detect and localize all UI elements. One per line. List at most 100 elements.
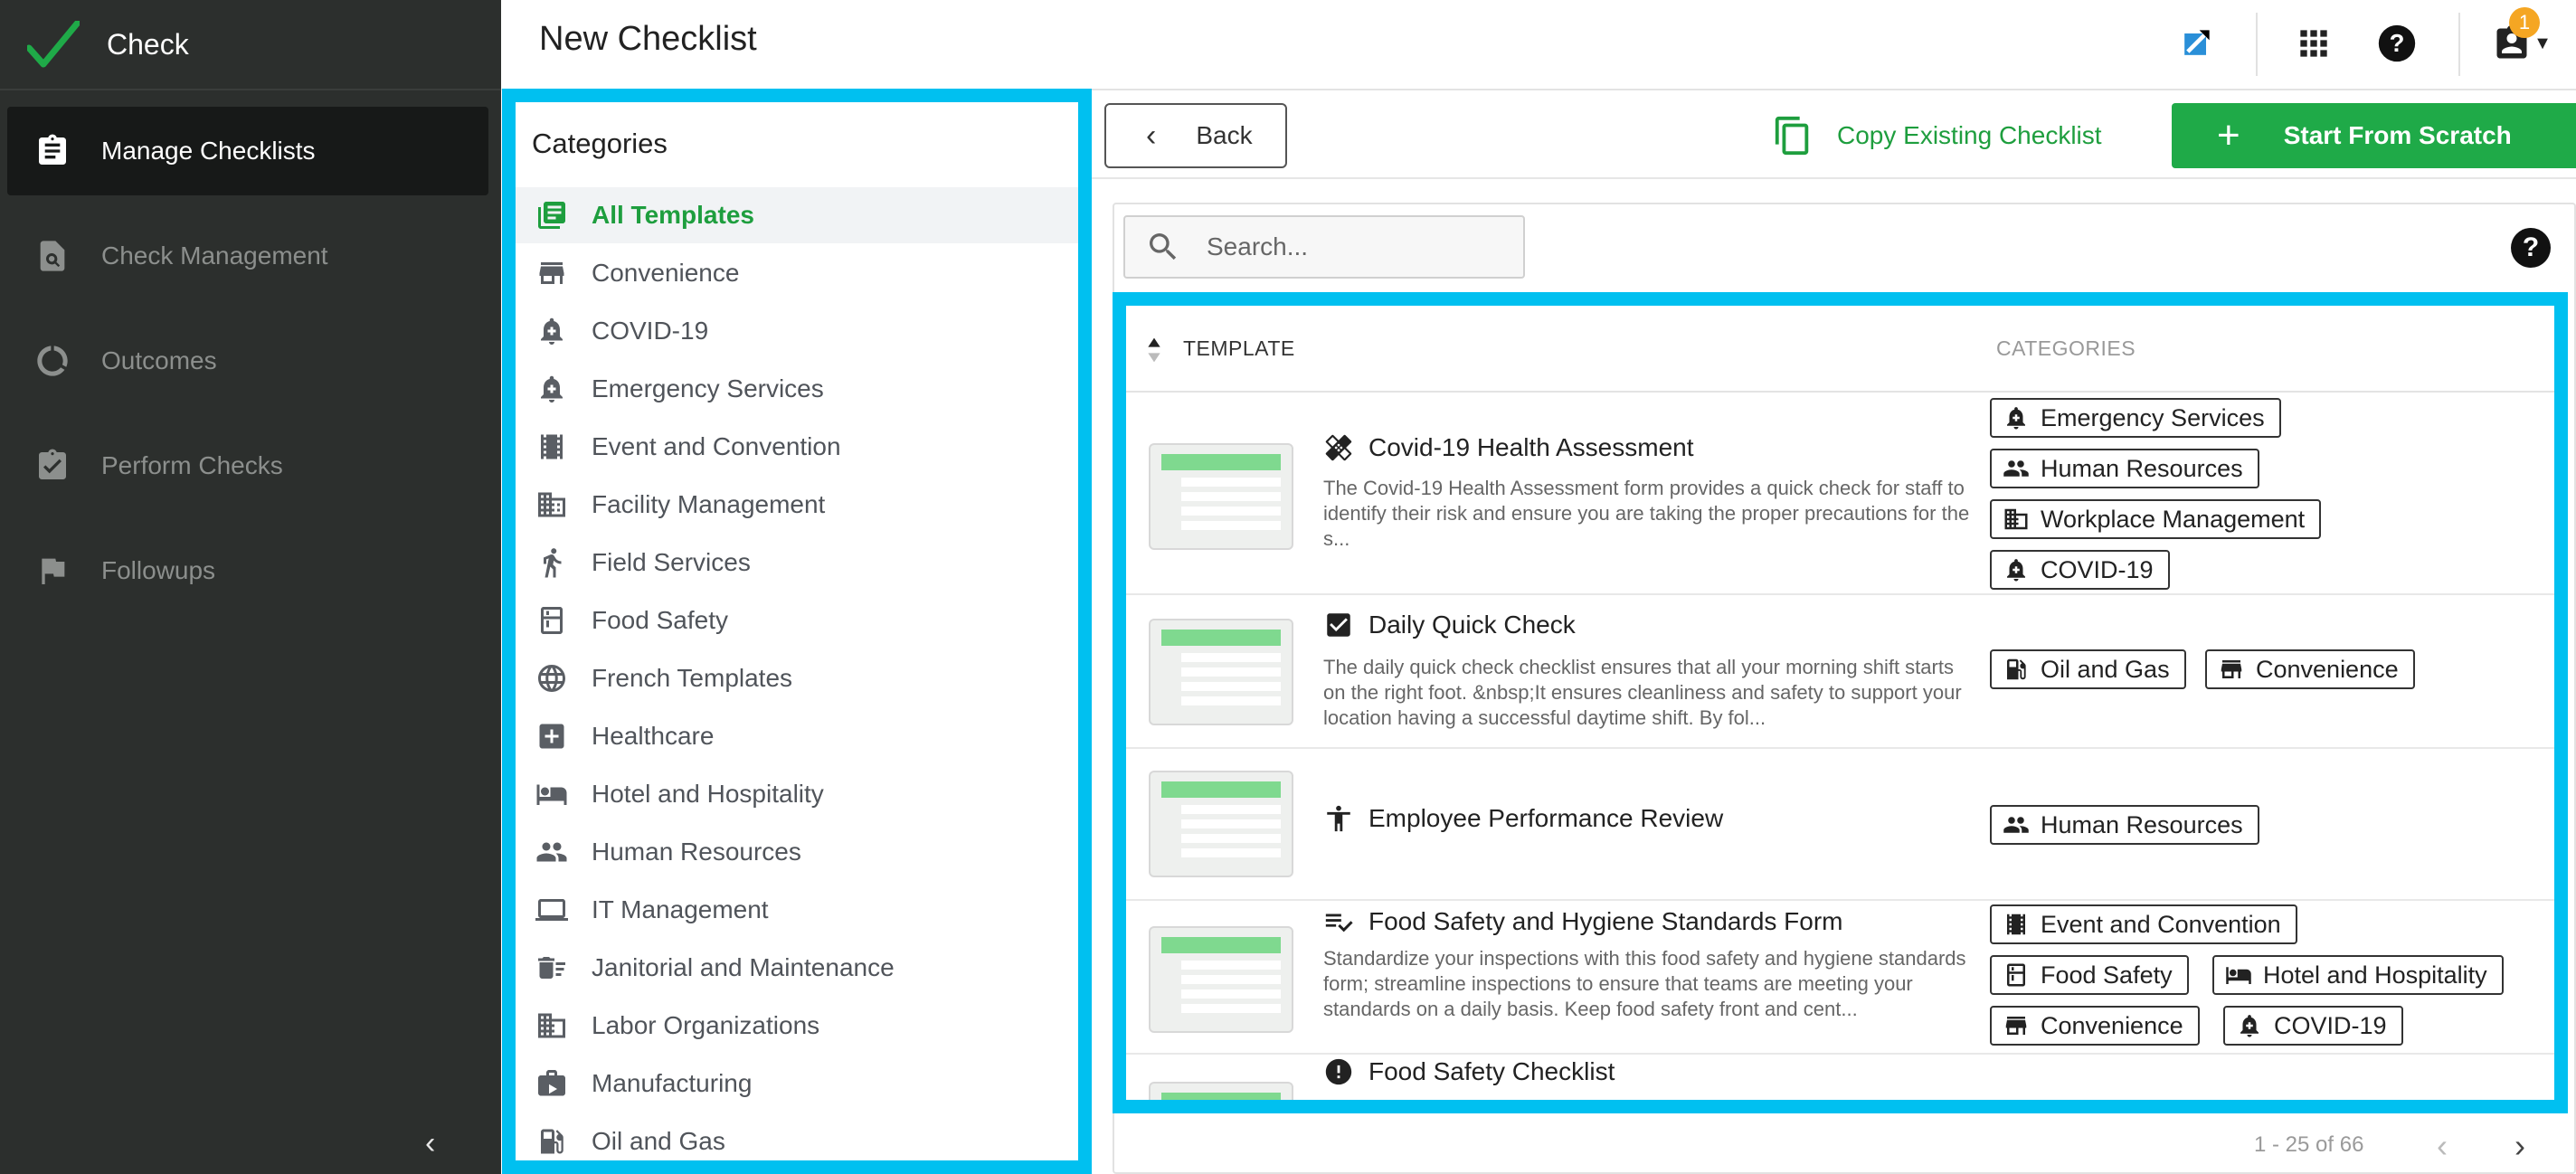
category-chip[interactable]: COVID-19	[1990, 550, 2170, 590]
category-label: Janitorial and Maintenance	[592, 953, 895, 981]
plus-icon: +	[2217, 113, 2240, 157]
edit-square-button[interactable]	[2171, 18, 2221, 69]
header-divider	[2458, 13, 2460, 76]
film-strip-icon	[541, 434, 563, 459]
category-human-resources[interactable]: Human Resources	[516, 824, 1078, 880]
people-icon	[2003, 460, 2029, 477]
category-janitorial-and-maintenance[interactable]: Janitorial and Maintenance	[516, 940, 1078, 996]
category-chip[interactable]: Emergency Services	[1990, 398, 2281, 438]
bell-plus-icon	[541, 317, 563, 345]
search-box[interactable]	[1123, 215, 1525, 279]
back-label: Back	[1196, 121, 1253, 149]
category-label: Convenience	[592, 259, 740, 287]
pagination-range: 1 - 25 of 66	[2254, 1132, 2364, 1157]
category-chip[interactable]: Workplace Management	[1990, 499, 2322, 539]
category-oil-and-gas[interactable]: Oil and Gas	[516, 1113, 1078, 1160]
brand[interactable]: Check	[0, 0, 501, 90]
category-french-templates[interactable]: French Templates	[516, 650, 1078, 706]
category-field-services[interactable]: Field Services	[516, 535, 1078, 591]
category-label: Oil and Gas	[592, 1127, 725, 1155]
category-event-and-convention[interactable]: Event and Convention	[516, 419, 1078, 475]
apps-button[interactable]	[2288, 18, 2339, 69]
nav-item-check-management[interactable]: Check Management	[7, 212, 488, 300]
category-chip[interactable]: Convenience	[2205, 649, 2415, 689]
copy-existing-checklist-button[interactable]: Copy Existing Checklist	[1772, 105, 2102, 166]
globe-icon	[538, 665, 565, 692]
category-convenience[interactable]: Convenience	[516, 245, 1078, 301]
category-all-templates[interactable]: All Templates	[516, 187, 1078, 243]
template-title[interactable]: Food Safety Checklist	[1323, 1056, 1615, 1087]
chevron-left-icon: ‹	[1146, 118, 1157, 153]
category-chip[interactable]: Event and Convention	[1990, 904, 2297, 944]
category-label: Human Resources	[592, 838, 801, 866]
nav-item-followups[interactable]: Followups	[7, 526, 488, 615]
category-emergency-services[interactable]: Emergency Services	[516, 361, 1078, 417]
category-it-management[interactable]: IT Management	[516, 882, 1078, 938]
category-chip[interactable]: Human Resources	[1990, 449, 2259, 488]
category-chip[interactable]	[1990, 1111, 2207, 1113]
nav-item-manage-checklists[interactable]: Manage Checklists	[7, 107, 488, 195]
category-facility-management[interactable]: Facility Management	[516, 477, 1078, 533]
doc-search-icon	[40, 241, 65, 271]
category-labor-organizations[interactable]: Labor Organizations	[516, 998, 1078, 1054]
sort-icon[interactable]	[1146, 336, 1162, 364]
category-chip[interactable]: Hotel and Hospitality	[2212, 955, 2504, 995]
category-covid-19[interactable]: COVID-19	[516, 303, 1078, 359]
category-chip[interactable]: Food Safety	[1990, 955, 2189, 995]
table-row[interactable]: Covid-19 Health Assessment The Covid-19 …	[1126, 393, 2554, 595]
copy-label: Copy Existing Checklist	[1837, 121, 2102, 149]
category-chip[interactable]: Oil and Gas	[1990, 649, 2186, 689]
template-title[interactable]: Employee Performance Review	[1323, 803, 1723, 834]
search-help-icon[interactable]: ?	[2511, 228, 2551, 268]
category-label: Hotel and Hospitality	[592, 780, 824, 808]
collapse-sidebar-button[interactable]: ‹	[425, 1126, 435, 1161]
search-input[interactable]	[1207, 232, 1496, 261]
search-icon	[1150, 233, 1177, 260]
category-label: Manufacturing	[592, 1069, 753, 1097]
chevron-down-icon: ▼	[2533, 33, 2552, 53]
office-icon	[538, 1013, 565, 1038]
previous-page-button[interactable]: ‹	[2437, 1127, 2448, 1165]
category-chip[interactable]: COVID-19	[2223, 1006, 2403, 1046]
category-hotel-and-hospitality[interactable]: Hotel and Hospitality	[516, 766, 1078, 822]
category-food-safety[interactable]: Food Safety	[516, 592, 1078, 649]
store-icon	[2221, 660, 2242, 678]
column-header-template[interactable]: TEMPLATE	[1183, 336, 1295, 361]
bandage-icon	[1325, 434, 1352, 461]
template-description: The daily quick check checklist ensures …	[1323, 656, 1962, 729]
category-label: Emergency Services	[592, 374, 824, 402]
fuel-pump-icon	[541, 1129, 564, 1154]
template-title[interactable]: Covid-19 Health Assessment	[1323, 432, 1694, 463]
film-strip-icon	[2007, 914, 2025, 935]
template-description: The Covid-19 Health Assessment form prov…	[1323, 477, 1970, 550]
list-check-icon	[1325, 914, 1353, 933]
next-page-button[interactable]: ›	[2514, 1127, 2525, 1165]
profile-menu-button[interactable]: ▼ 1	[2487, 7, 2556, 69]
template-title[interactable]: Food Safety and Hygiene Standards Form	[1323, 906, 1843, 937]
category-chip[interactable]: Convenience	[1990, 1006, 2200, 1046]
apps-grid-icon	[2300, 30, 2327, 57]
building-icon	[2004, 508, 2028, 530]
table-row[interactable]: Employee Performance Review Human Resour…	[1126, 749, 2554, 901]
nav-item-label: Manage Checklists	[101, 137, 316, 165]
edit-square-icon	[2184, 30, 2210, 55]
table-row[interactable]: Food Safety Checklist Food safety is a t…	[1126, 1055, 2554, 1113]
page-title: New Checklist	[539, 20, 757, 58]
table-row[interactable]: Daily Quick Check The daily quick check …	[1126, 595, 2554, 749]
start-from-scratch-button[interactable]: + Start From Scratch	[2172, 103, 2576, 168]
help-button[interactable]: ?	[2372, 18, 2422, 69]
category-manufacturing[interactable]: Manufacturing	[516, 1056, 1078, 1112]
category-chip[interactable]: Human Resources	[1990, 805, 2259, 845]
nav-item-perform-checks[interactable]: Perform Checks	[7, 421, 488, 510]
category-healthcare[interactable]: Healthcare	[516, 708, 1078, 764]
categories-panel: Categories All Templates Convenience COV…	[502, 89, 1092, 1174]
template-title[interactable]: Daily Quick Check	[1323, 610, 1576, 640]
table-row[interactable]: Food Safety and Hygiene Standards Form S…	[1126, 901, 2554, 1055]
clipboard-icon	[39, 134, 66, 165]
template-thumbnail	[1149, 771, 1293, 877]
nav-item-outcomes[interactable]: Outcomes	[7, 317, 488, 405]
notification-badge: 1	[2509, 7, 2540, 38]
bed-icon	[536, 784, 567, 805]
back-button[interactable]: ‹ Back	[1104, 103, 1287, 168]
store-icon	[539, 262, 564, 284]
